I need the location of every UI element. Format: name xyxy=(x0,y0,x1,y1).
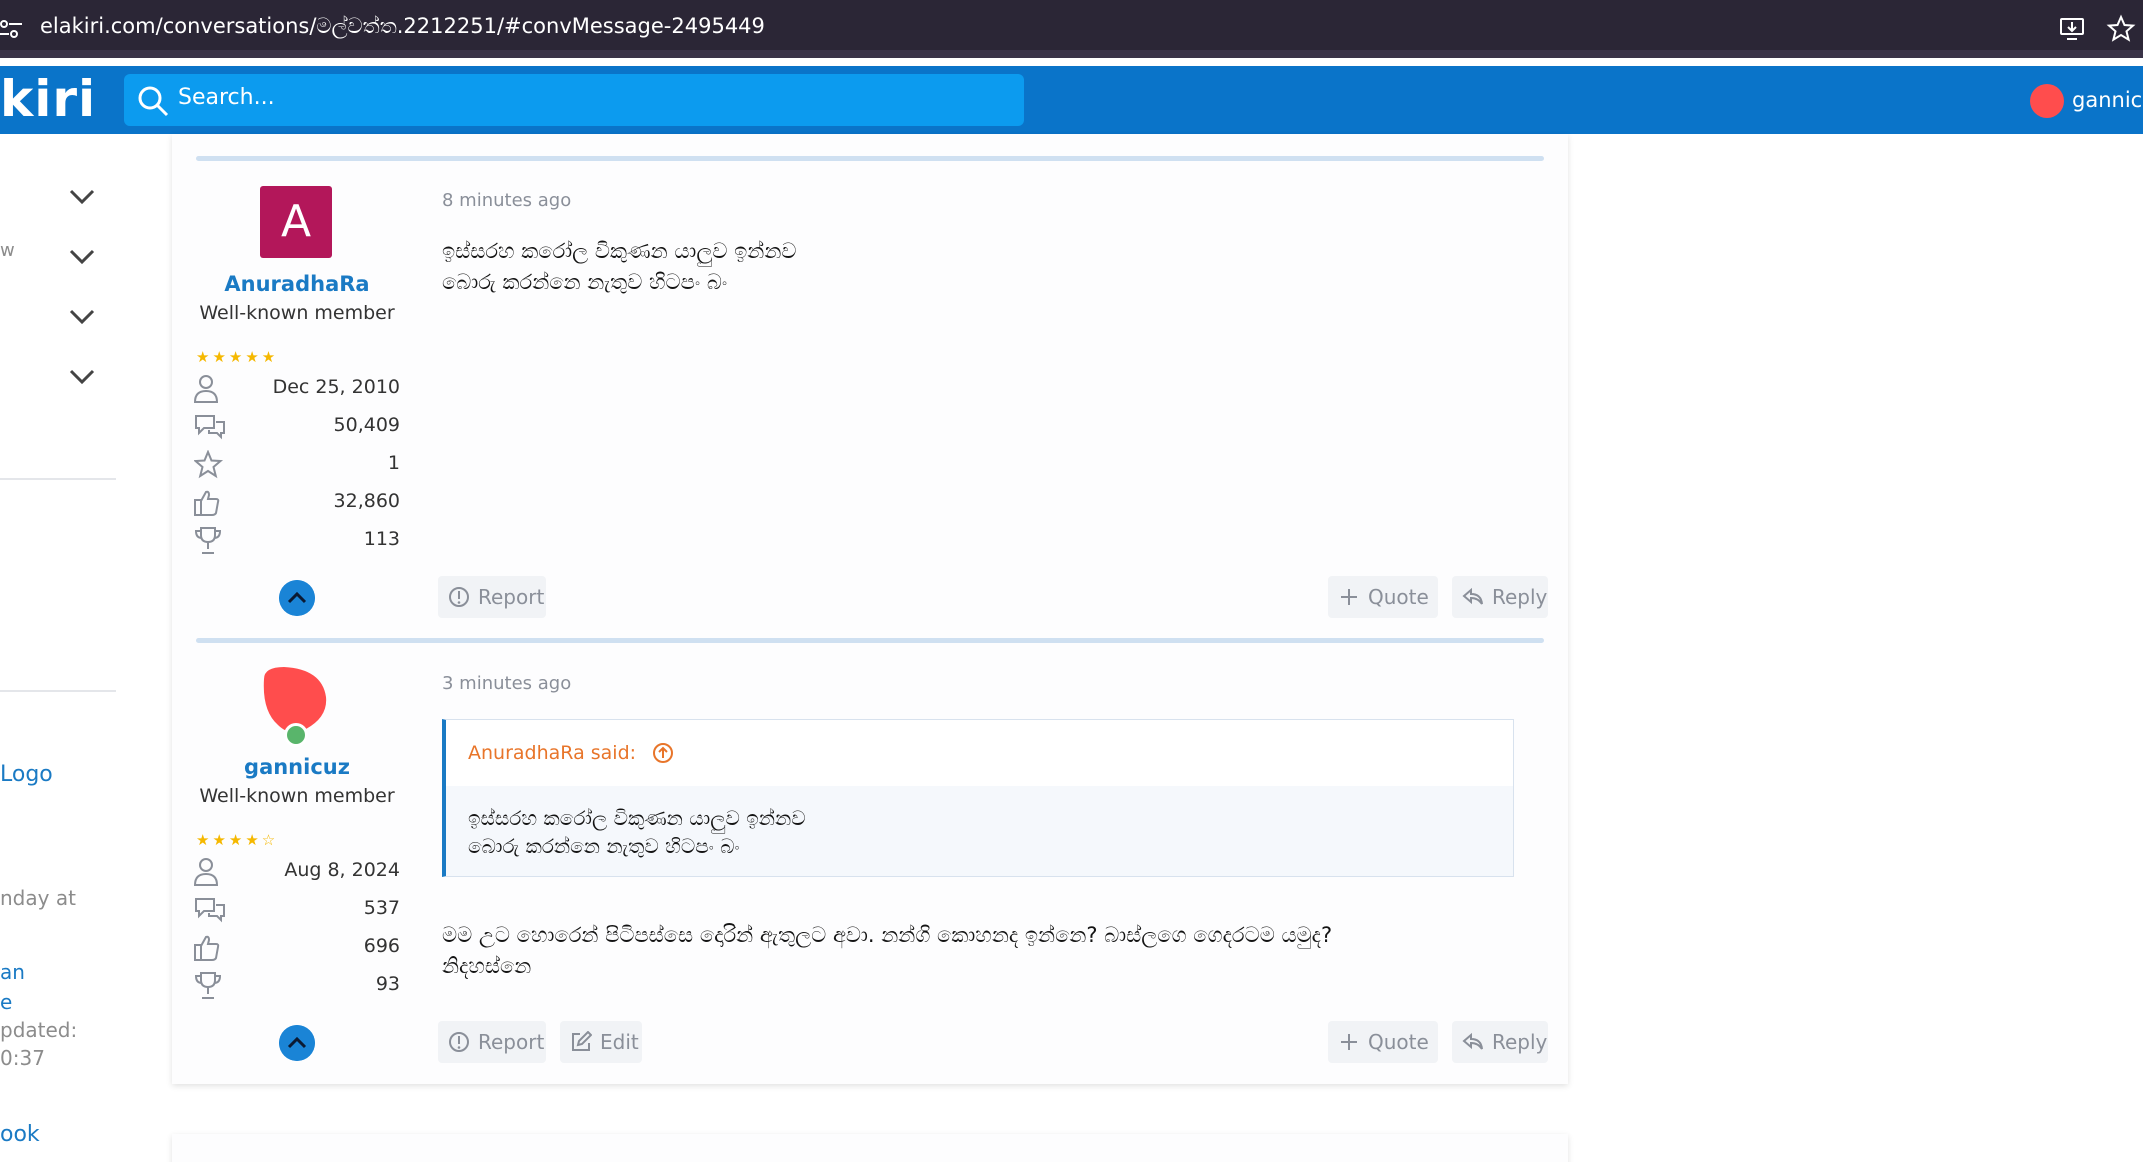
comments-icon xyxy=(195,415,225,440)
comments-icon xyxy=(195,898,225,923)
sidebar: w Logo nday at an e pdated: 0:37 ook xyxy=(0,134,118,1162)
stat-likes: 696 xyxy=(194,933,400,963)
quote-text: ඉස්සරහ කරෝල විකුණන යාලුව ඉන්නව බොරු කරන්… xyxy=(468,804,806,860)
quote-author[interactable]: AnuradhaRa said: xyxy=(468,742,636,764)
sidebar-link[interactable]: Logo xyxy=(0,762,53,787)
message-line: බොරු කරන්නෙ නැතුව හිටපං බං xyxy=(442,270,728,294)
report-button[interactable]: Report xyxy=(438,576,546,618)
stat-likes: 32,860 xyxy=(194,488,400,518)
quote-line: බොරු කරන්නෙ නැතුව හිටපං බං xyxy=(468,834,740,858)
header-username: gannicu xyxy=(2072,88,2143,112)
avatar[interactable]: A xyxy=(260,186,332,258)
quote-button[interactable]: Quote xyxy=(1328,1021,1438,1063)
thumbs-up-icon xyxy=(194,935,220,961)
info-icon xyxy=(449,587,469,607)
reply-arrow-icon xyxy=(1462,587,1483,605)
chevron-down-icon[interactable] xyxy=(68,306,96,326)
message-divider xyxy=(196,156,1544,161)
search-placeholder: Search... xyxy=(178,85,275,110)
message-body: ඉස්සරහ කරෝල විකුණන යාලුව ඉන්නව බොරු කරන්… xyxy=(442,236,1522,298)
user-title: Well-known member xyxy=(199,785,395,807)
stat-joined: Aug 8, 2024 xyxy=(194,857,400,887)
search-input[interactable]: Search... xyxy=(124,74,1024,126)
search-icon xyxy=(138,86,169,117)
trophy-icon xyxy=(194,972,222,999)
thumbs-up-icon xyxy=(194,490,220,516)
site-logo[interactable]: kiri xyxy=(0,70,96,128)
quote-line: ඉස්සරහ කරෝල විකුණන යාලුව ඉන්නව xyxy=(468,806,806,830)
message-divider xyxy=(196,638,1544,643)
message-timestamp[interactable]: 8 minutes ago xyxy=(442,190,571,211)
site-header: kiri Search... gannicu xyxy=(0,66,2143,134)
quote-block: AnuradhaRa said: ඉස්සරහ කරෝල විකුණන යාලු… xyxy=(442,719,1514,877)
sidebar-divider xyxy=(0,478,116,480)
avatar xyxy=(2030,84,2064,118)
star-icon xyxy=(194,450,224,479)
stat-reactions: 1 xyxy=(194,450,400,480)
reply-button[interactable]: Reply xyxy=(1452,1021,1548,1063)
bookmark-star-icon[interactable] xyxy=(2104,12,2138,46)
report-button[interactable]: Report xyxy=(438,1021,546,1063)
edit-icon xyxy=(572,1031,592,1051)
sidebar-text: w xyxy=(0,240,15,261)
online-status-icon xyxy=(284,723,308,747)
url-text[interactable]: elakiri.com/conversations/මල්වත්ත.221225… xyxy=(40,14,765,39)
message-line: මම උට හොරෙන් පිටිපස්සෙ දොරින් ඇතුලට අවා.… xyxy=(442,923,1333,947)
info-icon xyxy=(449,1032,469,1052)
user-icon xyxy=(194,858,219,886)
user-rating-stars: ★★★★★ xyxy=(196,348,279,366)
site-info-icon[interactable] xyxy=(0,14,26,44)
sidebar-link[interactable]: ook xyxy=(0,1122,40,1147)
user-rating-stars: ★★★★☆ xyxy=(196,831,279,849)
sidebar-text: 0:37 xyxy=(0,1046,45,1070)
plus-icon xyxy=(1341,589,1357,605)
collapse-toggle-icon[interactable] xyxy=(279,1025,315,1061)
install-app-icon[interactable] xyxy=(2056,12,2090,46)
edit-button[interactable]: Edit xyxy=(560,1021,642,1063)
plus-icon xyxy=(1341,1034,1357,1050)
collapse-toggle-icon[interactable] xyxy=(279,580,315,616)
quote-button[interactable]: Quote xyxy=(1328,576,1438,618)
reply-arrow-icon xyxy=(1462,1032,1483,1050)
chevron-down-icon[interactable] xyxy=(68,186,96,206)
message-line: ඉස්සරහ කරෝල විකුණන යාලුව ඉන්නව xyxy=(442,239,797,263)
trophy-icon xyxy=(194,527,222,554)
next-message-card xyxy=(172,1134,1568,1162)
message-timestamp[interactable]: 3 minutes ago xyxy=(442,673,571,694)
browser-address-bar: elakiri.com/conversations/මල්වත්ත.221225… xyxy=(0,0,2143,58)
reply-button[interactable]: Reply xyxy=(1452,576,1548,618)
chevron-down-icon[interactable] xyxy=(68,246,96,266)
jump-to-quote-icon[interactable] xyxy=(652,742,674,764)
sidebar-text: pdated: xyxy=(0,1018,78,1042)
stat-trophies: 113 xyxy=(194,526,400,556)
sidebar-divider xyxy=(0,690,116,692)
sidebar-link[interactable]: e xyxy=(0,990,12,1014)
sidebar-text: nday at xyxy=(0,886,76,910)
user-icon xyxy=(194,375,219,403)
stat-messages: 50,409 xyxy=(194,412,400,442)
message-line: නිදහස්නෙ xyxy=(442,954,532,978)
sidebar-link[interactable]: an xyxy=(0,960,25,984)
quote-header: AnuradhaRa said: xyxy=(446,720,1513,786)
stat-trophies: 93 xyxy=(194,971,400,1001)
message-username[interactable]: AnuradhaRa xyxy=(172,272,422,296)
message-body: මම උට හොරෙන් පිටිපස්සෙ දොරින් ඇතුලට අවා.… xyxy=(442,920,1522,982)
user-title: Well-known member xyxy=(199,302,395,324)
chevron-down-icon[interactable] xyxy=(68,366,96,386)
stat-messages: 537 xyxy=(194,895,400,925)
message-username[interactable]: gannicuz xyxy=(172,755,422,779)
stat-joined: Dec 25, 2010 xyxy=(194,374,400,404)
